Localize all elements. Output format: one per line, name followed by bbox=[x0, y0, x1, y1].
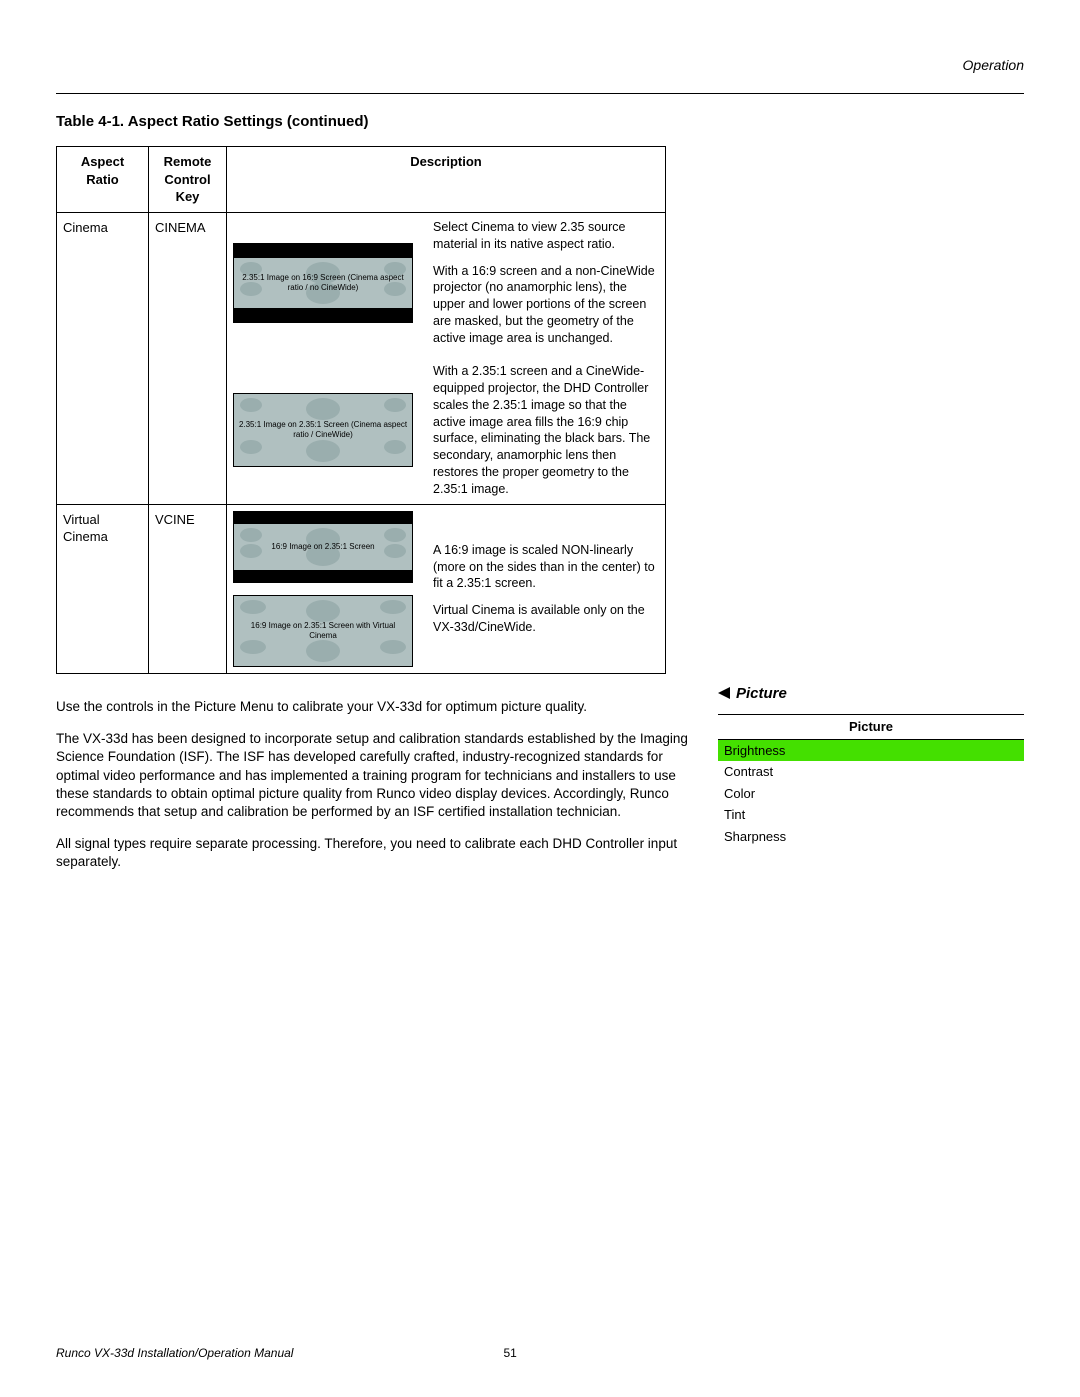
vcine-p2: Virtual Cinema is available only on the … bbox=[433, 602, 659, 636]
cinema-p1: Select Cinema to view 2.35 source materi… bbox=[433, 219, 659, 253]
diagram-vcine-stretched: 16:9 Image on 2.35:1 Screen with Virtual… bbox=[233, 595, 413, 667]
body-p2: The VX-33d has been designed to incorpor… bbox=[56, 730, 696, 821]
vcine-diag2-caption: 16:9 Image on 2.35:1 Screen with Virtual… bbox=[234, 619, 412, 643]
cinema-remote: CINEMA bbox=[149, 212, 227, 504]
picture-header: Picture bbox=[718, 715, 1024, 740]
vcine-desc: 16:9 Image on 2.35:1 Screen 16:9 Image o… bbox=[227, 504, 666, 673]
vcine-p1: A 16:9 image is scaled NON-linearly (mor… bbox=[433, 542, 659, 593]
picture-item-color[interactable]: Color bbox=[718, 783, 1024, 805]
cinema-p2: With a 16:9 screen and a non-CineWide pr… bbox=[433, 263, 659, 347]
cinema-p3: With a 2.35:1 screen and a CineWide-equi… bbox=[433, 363, 659, 498]
diag1-caption: 2.35:1 Image on 16:9 Screen (Cinema aspe… bbox=[234, 271, 412, 295]
table-title: Table 4-1. Aspect Ratio Settings (contin… bbox=[56, 112, 1024, 132]
picture-callout: Picture bbox=[718, 684, 1024, 704]
footer-doc: Runco VX-33d Installation/Operation Manu… bbox=[56, 1345, 293, 1361]
vcine-remote: VCINE bbox=[149, 504, 227, 673]
vcine-diag1-caption: 16:9 Image on 2.35:1 Screen bbox=[267, 540, 378, 554]
picture-item-tint[interactable]: Tint bbox=[718, 804, 1024, 826]
picture-menu: Picture Brightness Contrast Color Tint S… bbox=[718, 714, 1024, 847]
th-desc: Description bbox=[227, 147, 666, 213]
rule-top bbox=[56, 93, 1024, 94]
diag2-caption: 2.35:1 Image on 2.35:1 Screen (Cinema as… bbox=[234, 418, 412, 442]
footer-page: 51 bbox=[503, 1345, 516, 1361]
body-p1: Use the controls in the Picture Menu to … bbox=[56, 698, 696, 716]
picture-item-contrast[interactable]: Contrast bbox=[718, 761, 1024, 783]
th-aspect: Aspect Ratio bbox=[57, 147, 149, 213]
diagram-cinema-cinewide: 2.35:1 Image on 2.35:1 Screen (Cinema as… bbox=[233, 393, 413, 467]
vcine-aspect: Virtual Cinema bbox=[57, 504, 149, 673]
th-remote: Remote Control Key bbox=[149, 147, 227, 213]
picture-item-sharpness[interactable]: Sharpness bbox=[718, 826, 1024, 848]
section-label: Operation bbox=[56, 56, 1024, 75]
picture-item-brightness[interactable]: Brightness bbox=[718, 739, 1024, 761]
cinema-aspect: Cinema bbox=[57, 212, 149, 504]
cinema-desc: 2.35:1 Image on 16:9 Screen (Cinema aspe… bbox=[227, 212, 666, 504]
diagram-cinema-letterbox: 2.35:1 Image on 16:9 Screen (Cinema aspe… bbox=[233, 243, 413, 323]
body-p3: All signal types require separate proces… bbox=[56, 835, 696, 871]
aspect-ratio-table: Aspect Ratio Remote Control Key Descript… bbox=[56, 146, 666, 674]
diagram-vcine-pillarbox: 16:9 Image on 2.35:1 Screen bbox=[233, 511, 413, 583]
